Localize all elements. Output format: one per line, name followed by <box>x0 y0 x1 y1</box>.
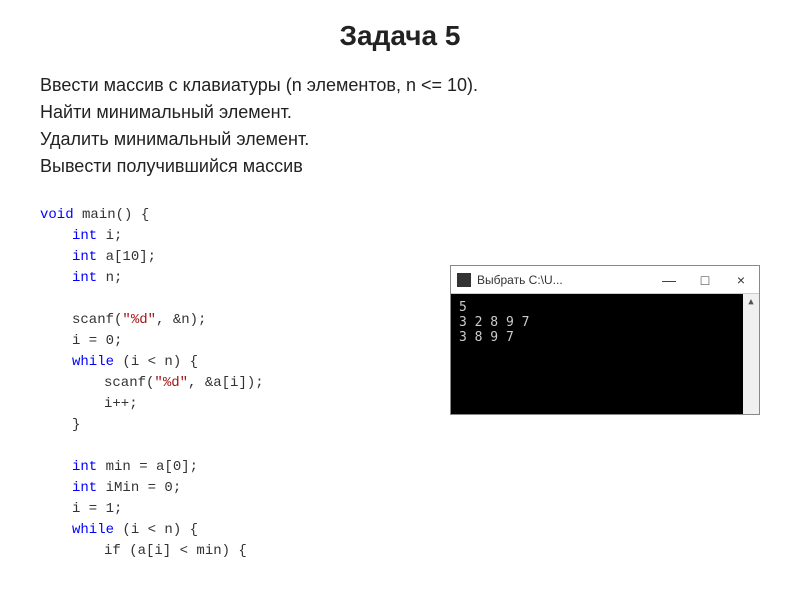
console-body: 5 3 2 8 9 7 3 8 9 7 ▲ <box>451 294 759 414</box>
maximize-button[interactable]: □ <box>687 266 723 294</box>
desc-line: Удалить минимальный элемент. <box>40 126 760 153</box>
console-line: 5 <box>459 300 751 315</box>
desc-line: Ввести массив с клавиатуры (n элементов,… <box>40 72 760 99</box>
close-button[interactable]: × <box>723 266 759 294</box>
scroll-up-icon[interactable]: ▲ <box>743 294 759 310</box>
console-titlebar: Выбрать C:\U... — □ × <box>451 266 759 294</box>
desc-line: Найти минимальный элемент. <box>40 99 760 126</box>
minimize-button[interactable]: — <box>651 266 687 294</box>
console-window: Выбрать C:\U... — □ × 5 3 2 8 9 7 3 8 9 … <box>450 265 760 415</box>
task-description: Ввести массив с клавиатуры (n элементов,… <box>40 72 760 180</box>
console-icon <box>457 273 471 287</box>
scrollbar[interactable]: ▲ <box>743 294 759 414</box>
console-line: 3 2 8 9 7 <box>459 315 751 330</box>
console-title: Выбрать C:\U... <box>477 273 651 287</box>
slide-title: Задача 5 <box>40 20 760 52</box>
console-line: 3 8 9 7 <box>459 330 751 345</box>
desc-line: Вывести получившийся массив <box>40 153 760 180</box>
code-block: void main() { int i; int a[10]; int n; s… <box>40 205 264 562</box>
